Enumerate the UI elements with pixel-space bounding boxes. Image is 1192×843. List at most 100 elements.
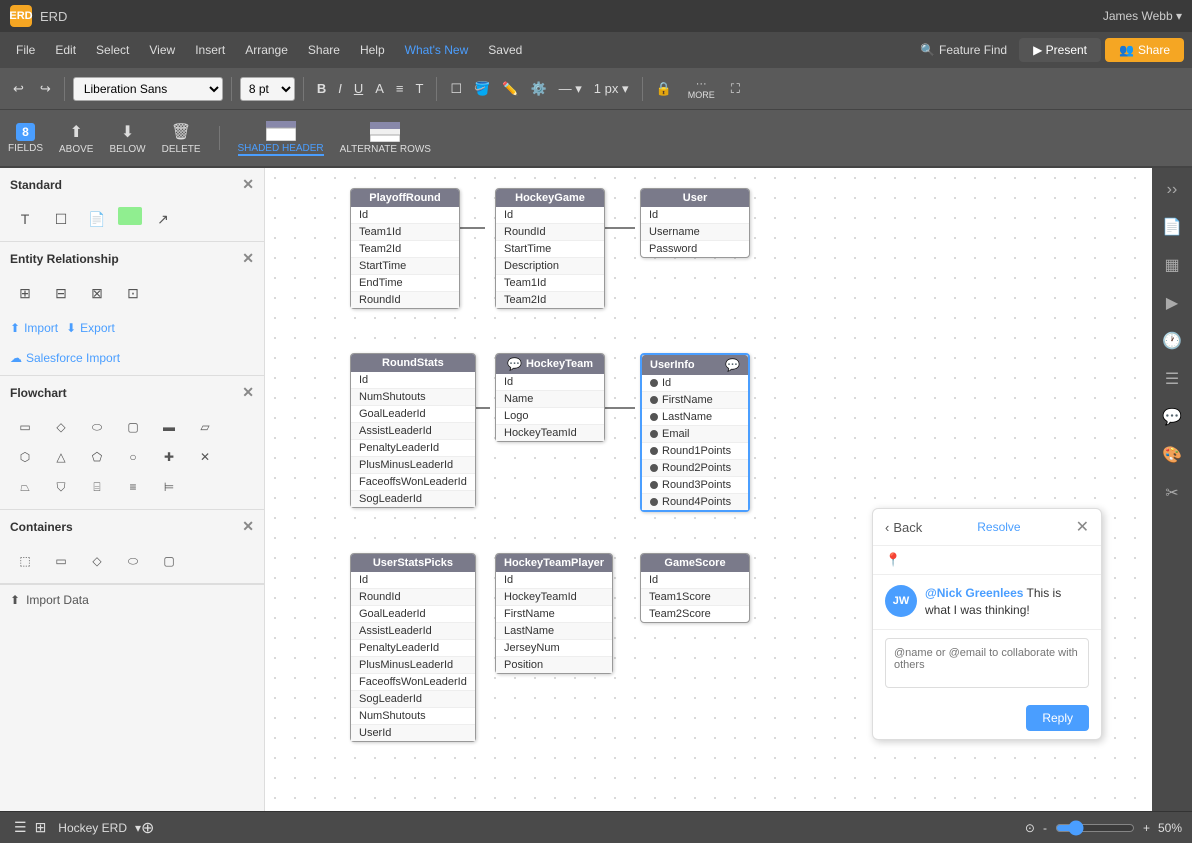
align-left-button[interactable]: ≡ bbox=[391, 78, 409, 99]
user-stats-picks-table[interactable]: UserStatsPicks Id RoundId GoalLeaderId A… bbox=[350, 553, 476, 742]
comment-resolve-button[interactable]: Resolve bbox=[977, 520, 1020, 534]
fc-pill[interactable]: ⬭ bbox=[82, 415, 112, 439]
zoom-out-button[interactable]: - bbox=[1043, 821, 1047, 835]
tile-view-button[interactable]: ⊞ bbox=[31, 815, 51, 840]
line-color-button[interactable]: ✏️ bbox=[497, 78, 523, 100]
table-icon[interactable]: ▦ bbox=[1159, 250, 1184, 280]
lock-button[interactable]: 🔒 bbox=[651, 78, 677, 100]
fc-cross[interactable]: ✚ bbox=[154, 445, 184, 469]
grid-view-button[interactable]: ☰ bbox=[10, 815, 31, 840]
fc-para[interactable]: ▱ bbox=[190, 415, 220, 439]
shape-border-button[interactable]: ☐ bbox=[445, 78, 467, 100]
connection-style-button[interactable]: ⚙️ bbox=[525, 78, 551, 100]
undo-button[interactable]: ↩ bbox=[8, 78, 29, 100]
entity-rel-close-icon[interactable]: ✕ bbox=[242, 250, 254, 267]
fc-diamond[interactable]: ◇ bbox=[46, 415, 76, 439]
fc-lines1[interactable]: ≡ bbox=[118, 475, 148, 499]
fill-color-button[interactable]: 🪣 bbox=[469, 78, 495, 100]
above-tool[interactable]: ⬆ ABOVE bbox=[59, 122, 93, 155]
more-button[interactable]: ··· MORE bbox=[683, 75, 720, 103]
user-table[interactable]: User Id Username Password bbox=[640, 188, 750, 258]
shaded-header-tool[interactable]: SHADED HEADER bbox=[238, 121, 324, 156]
share-button[interactable]: 👥 Share bbox=[1105, 38, 1184, 62]
layers-icon[interactable]: ☰ bbox=[1160, 364, 1184, 394]
color-rect-icon[interactable] bbox=[118, 207, 142, 225]
font-select[interactable]: Liberation Sans bbox=[73, 77, 223, 101]
comment-icon[interactable]: 💬 bbox=[1157, 402, 1187, 432]
game-score-table[interactable]: GameScore Id Team1Score Team2Score bbox=[640, 553, 750, 623]
hockey-team-table[interactable]: 💬 HockeyTeam Id Name Logo HockeyTeamId bbox=[495, 353, 605, 442]
fc-trap[interactable]: ⏢ bbox=[10, 475, 40, 499]
fc-rounded[interactable]: ▢ bbox=[118, 415, 148, 439]
fc-lines2[interactable]: ⊨ bbox=[154, 475, 184, 499]
import-data-button[interactable]: ⬆ Import Data bbox=[0, 584, 264, 615]
rect-icon[interactable]: ☐ bbox=[46, 207, 76, 231]
strikethrough-button[interactable]: T bbox=[410, 78, 428, 99]
fc-rect[interactable]: ▭ bbox=[10, 415, 40, 439]
cont-horiz[interactable]: ▭ bbox=[46, 549, 76, 573]
play-icon[interactable]: ▶ bbox=[1161, 288, 1183, 318]
cont-diamond[interactable]: ◇ bbox=[82, 549, 112, 573]
standard-close-icon[interactable]: ✕ bbox=[242, 176, 254, 193]
underline-button[interactable]: U bbox=[349, 78, 368, 99]
delete-tool[interactable]: 🗑 DELETE bbox=[162, 122, 201, 155]
fullscreen-button[interactable]: ⛶ bbox=[726, 78, 745, 100]
fc-db[interactable]: ⌸ bbox=[82, 475, 112, 499]
fc-x[interactable]: ✕ bbox=[190, 445, 220, 469]
containers-header[interactable]: Containers ✕ bbox=[0, 510, 264, 543]
italic-button[interactable]: I bbox=[333, 78, 347, 99]
below-tool[interactable]: ⬇ BELOW bbox=[109, 122, 145, 155]
menu-select[interactable]: Select bbox=[88, 39, 137, 61]
pages-icon[interactable]: 📄 bbox=[1157, 212, 1187, 242]
export-button[interactable]: ⬇ Export bbox=[66, 321, 115, 335]
menu-view[interactable]: View bbox=[141, 39, 183, 61]
cont-rounded[interactable]: ▢ bbox=[154, 549, 184, 573]
cont-vert[interactable]: ⬚ bbox=[10, 549, 40, 573]
hockey-game-table[interactable]: HockeyGame Id RoundId StartTime Descript… bbox=[495, 188, 605, 309]
menu-help[interactable]: Help bbox=[352, 39, 393, 61]
flowchart-header[interactable]: Flowchart ✕ bbox=[0, 376, 264, 409]
er-table-1[interactable]: ⊞ bbox=[10, 281, 40, 305]
feature-find-button[interactable]: 🔍 Feature Find bbox=[912, 39, 1015, 61]
bold-button[interactable]: B bbox=[312, 78, 331, 99]
comment-input-area[interactable] bbox=[873, 629, 1101, 699]
zoom-slider[interactable] bbox=[1055, 820, 1135, 836]
line-style-button[interactable]: — ▾ bbox=[554, 78, 587, 100]
font-size-select[interactable]: 8 pt bbox=[240, 77, 295, 101]
er-table-2[interactable]: ⊟ bbox=[46, 281, 76, 305]
clock-icon[interactable]: 🕐 bbox=[1157, 326, 1187, 356]
er-table-3[interactable]: ⊠ bbox=[82, 281, 112, 305]
playoff-round-table[interactable]: PlayoffRound Id Team1Id Team2Id StartTim… bbox=[350, 188, 460, 309]
user-name[interactable]: James Webb ▾ bbox=[1103, 9, 1182, 23]
fc-rect2[interactable]: ▬ bbox=[154, 415, 184, 439]
reply-button[interactable]: Reply bbox=[1026, 705, 1089, 731]
containers-close-icon[interactable]: ✕ bbox=[242, 518, 254, 535]
tools-icon[interactable]: ✂ bbox=[1160, 478, 1183, 508]
line-width-button[interactable]: 1 px ▾ bbox=[589, 78, 634, 100]
fc-pent[interactable]: ⬠ bbox=[82, 445, 112, 469]
er-table-4[interactable]: ⊡ bbox=[118, 281, 148, 305]
zoom-in-button[interactable]: + bbox=[1143, 821, 1150, 835]
note-icon[interactable]: 📄 bbox=[82, 207, 112, 231]
menu-arrange[interactable]: Arrange bbox=[237, 39, 296, 61]
fc-tri[interactable]: △ bbox=[46, 445, 76, 469]
salesforce-import-button[interactable]: ☁ Salesforce Import bbox=[10, 351, 120, 365]
standard-section-header[interactable]: Standard ✕ bbox=[0, 168, 264, 201]
entity-rel-header[interactable]: Entity Relationship ✕ bbox=[0, 242, 264, 275]
hockey-team-player-table[interactable]: HockeyTeamPlayer Id HockeyTeamId FirstNa… bbox=[495, 553, 613, 674]
comment-back-button[interactable]: ‹ Back bbox=[885, 520, 922, 535]
user-info-table[interactable]: UserInfo 💬 Id FirstName LastName Email R… bbox=[640, 353, 750, 512]
redo-button[interactable]: ↪ bbox=[35, 78, 56, 100]
flowchart-close-icon[interactable]: ✕ bbox=[242, 384, 254, 401]
canvas-area[interactable]: PlayoffRound Id Team1Id Team2Id StartTim… bbox=[265, 168, 1152, 811]
font-color-button[interactable]: A bbox=[370, 78, 389, 99]
fc-hex[interactable]: ⬡ bbox=[10, 445, 40, 469]
present-button[interactable]: ▶ Present bbox=[1019, 38, 1101, 62]
menu-whats-new[interactable]: What's New bbox=[397, 39, 477, 61]
menu-insert[interactable]: Insert bbox=[187, 39, 233, 61]
cont-oval[interactable]: ⬭ bbox=[118, 549, 148, 573]
format-icon[interactable]: 🎨 bbox=[1157, 440, 1187, 470]
collapse-right-icon[interactable]: ›› bbox=[1162, 176, 1183, 204]
alternate-rows-tool[interactable]: ALTERNATE ROWS bbox=[340, 122, 431, 155]
text-icon[interactable]: T bbox=[10, 207, 40, 231]
